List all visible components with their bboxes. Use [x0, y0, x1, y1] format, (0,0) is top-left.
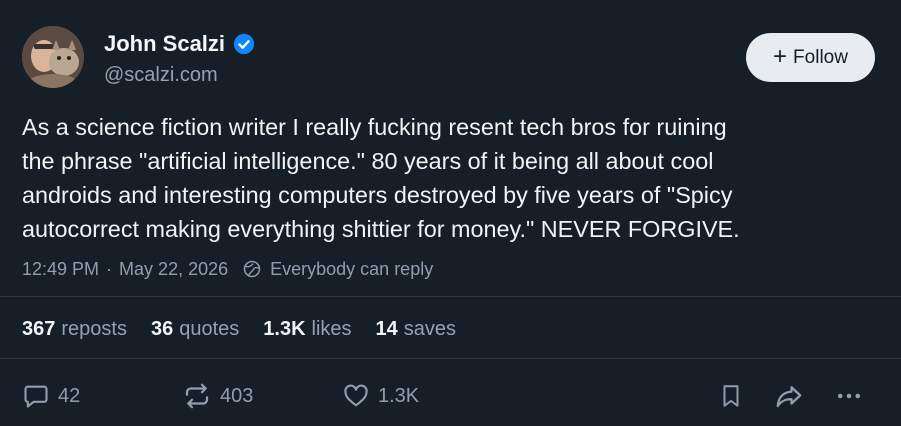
repost-button[interactable]: 403	[182, 378, 253, 414]
engagement-stats: 367 reposts 36 quotes 1.3K likes 14 saves	[22, 316, 456, 342]
share-button[interactable]	[774, 378, 804, 414]
author-name-row[interactable]: John Scalzi	[104, 30, 255, 58]
divider-top	[0, 296, 901, 297]
stat-saves-count: 14	[375, 318, 398, 340]
verified-badge-icon	[233, 33, 255, 55]
like-count: 1.3K	[378, 384, 420, 407]
stat-likes-label: likes	[311, 318, 352, 340]
stat-reposts-count: 367	[22, 318, 56, 340]
stat-likes[interactable]: 1.3K likes	[263, 316, 351, 342]
reply-count: 42	[58, 384, 81, 407]
post-date[interactable]: May 22, 2026	[119, 256, 228, 282]
share-icon	[776, 386, 802, 408]
follow-button[interactable]: + Follow	[746, 33, 875, 82]
more-icon	[838, 393, 860, 399]
stat-quotes[interactable]: 36 quotes	[151, 316, 239, 342]
post-time[interactable]: 12:49 PM	[22, 256, 99, 282]
stat-quotes-count: 36	[150, 318, 174, 340]
reply-setting-label: Everybody can reply	[270, 259, 434, 279]
divider-bottom	[0, 358, 901, 359]
stat-saves[interactable]: 14 saves	[376, 316, 457, 342]
post-text: As a science fiction writer I really fuc…	[22, 114, 740, 242]
author-display-name[interactable]: John Scalzi	[104, 30, 225, 58]
follow-button-label: Follow	[793, 46, 848, 68]
stat-quotes-label: quotes	[179, 318, 240, 340]
avatar[interactable]	[22, 26, 84, 88]
reply-icon	[24, 385, 48, 408]
reply-button[interactable]: 42	[22, 378, 80, 414]
stat-reposts[interactable]: 367 reposts	[22, 316, 127, 342]
author-handle[interactable]: @scalzi.com	[104, 62, 218, 88]
bookmark-icon	[723, 385, 739, 407]
stat-reposts-label: reposts	[61, 318, 127, 340]
like-button[interactable]: 1.3K	[342, 378, 419, 414]
stat-saves-label: saves	[403, 318, 457, 340]
meta-separator: ·	[106, 259, 113, 279]
repost-count: 403	[220, 384, 254, 407]
reply-setting[interactable]: Everybody can reply	[242, 256, 433, 282]
avatar-photo	[22, 26, 84, 88]
plus-icon: +	[773, 42, 788, 70]
stat-likes-count: 1.3K	[263, 318, 306, 340]
post-card: John Scalzi @scalzi.com + Follow As a sc…	[0, 0, 901, 426]
action-bar: 42 403 1.3K	[22, 378, 872, 414]
post-meta: 12:49 PM · May 22, 2026 Everybody can re…	[22, 256, 433, 282]
heart-icon	[344, 384, 368, 407]
more-options-button[interactable]	[834, 378, 864, 414]
globe-icon	[242, 259, 262, 279]
bookmark-button[interactable]	[718, 378, 744, 414]
repost-icon	[185, 383, 209, 409]
